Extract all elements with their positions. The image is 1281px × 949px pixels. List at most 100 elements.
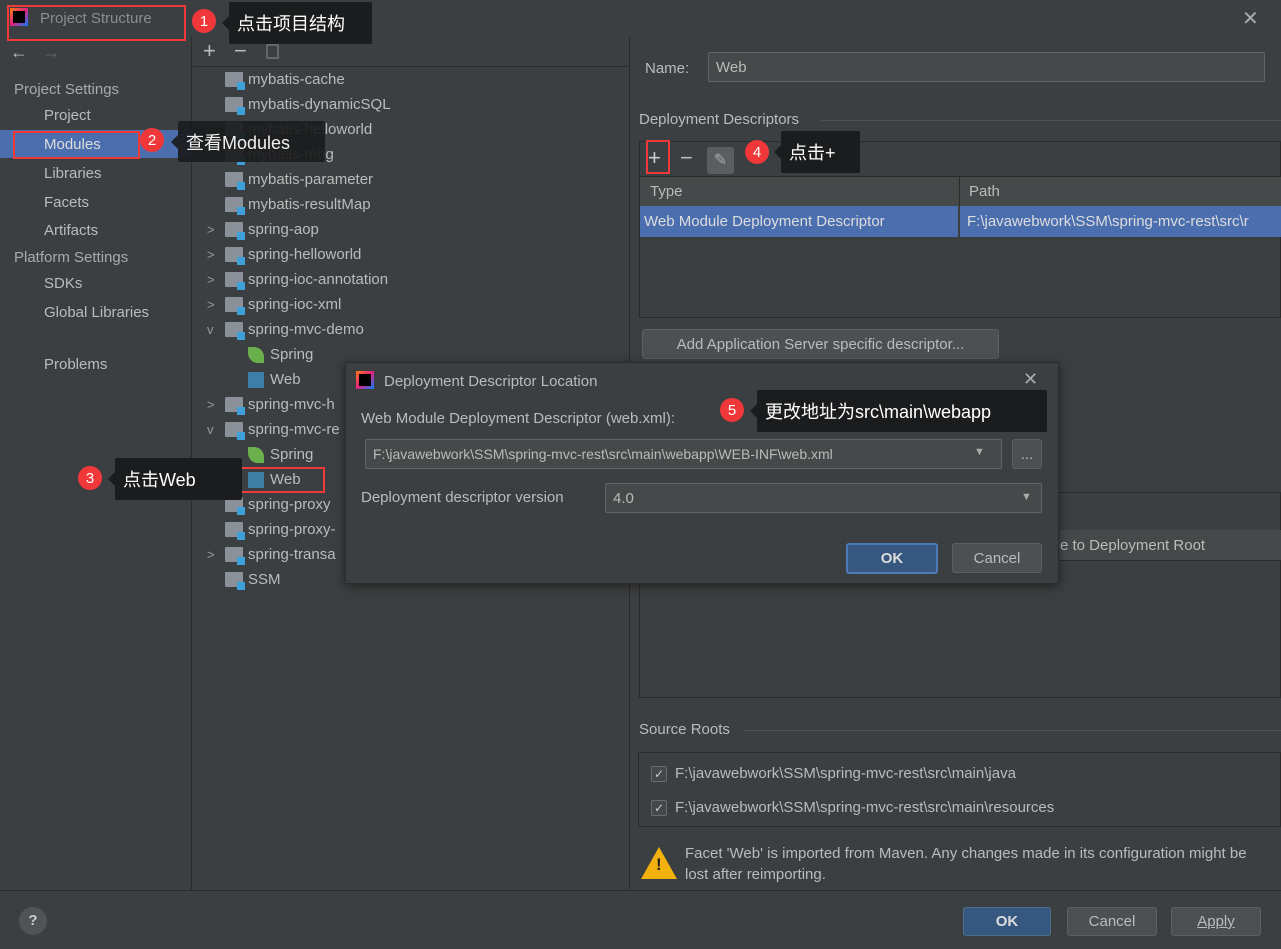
tree-row[interactable]: > spring-ioc-annotation [207, 267, 389, 292]
table-row[interactable]: Web Module Deployment Descriptor F:\java… [640, 206, 1281, 237]
cancel-button[interactable]: Cancel [1067, 907, 1157, 936]
tree-row[interactable]: mybatis-dynamicSQL [225, 92, 391, 117]
annotation-callout: 点击项目结构 [222, 2, 372, 44]
sidebar-item-problems[interactable]: Problems [44, 356, 107, 373]
dialog-close-icon[interactable]: ✕ [1023, 369, 1038, 390]
deployment-descriptors-heading: Deployment Descriptors [639, 111, 800, 128]
tree-row-label: SSM [248, 571, 281, 588]
tree-row[interactable]: > spring-helloworld [207, 242, 361, 267]
tree-row[interactable]: > spring-mvc-h [207, 392, 335, 417]
column-path[interactable]: Path [969, 183, 1000, 200]
edit-descriptor-icon[interactable]: ✎ [707, 147, 734, 174]
tree-row-label: mybatis-parameter [248, 171, 374, 188]
spring-leaf-icon [248, 346, 264, 363]
chevron-right-icon[interactable]: > [207, 547, 215, 562]
annotation-callout: 点击Web [108, 458, 242, 500]
dialog-cancel-button[interactable]: Cancel [952, 543, 1042, 573]
descriptors-table: + − ✎ Type Path Web Module Deployment De… [639, 141, 1281, 318]
chevron-down-icon[interactable]: v [207, 322, 214, 337]
tree-row[interactable]: > spring-ioc-xml [207, 292, 342, 317]
tree-row[interactable]: v spring-mvc-re [207, 417, 340, 442]
annotation-callout: 查看Modules [171, 121, 325, 162]
version-label: Deployment descriptor version [361, 489, 564, 506]
cell-type: Web Module Deployment Descriptor [644, 213, 885, 230]
tree-row[interactable]: mybatis-resultMap [225, 192, 371, 217]
tree-row[interactable]: > spring-aop [207, 217, 319, 242]
chevron-right-icon[interactable]: > [207, 222, 215, 237]
tree-row[interactable]: Web [248, 367, 301, 392]
chevron-right-icon[interactable]: > [207, 297, 215, 312]
tree-row[interactable]: > spring-transa [207, 542, 336, 567]
tree-row[interactable]: spring-proxy- [225, 517, 336, 542]
module-folder-icon [225, 547, 245, 565]
version-dropdown-icon[interactable]: ▼ [1021, 491, 1032, 503]
dialog-ok-button[interactable]: OK [846, 543, 938, 574]
module-folder-icon [225, 422, 245, 440]
module-folder-icon [225, 397, 245, 415]
web-facet-icon [248, 371, 264, 388]
source-root-row[interactable]: ✓ F:\javawebwork\SSM\spring-mvc-rest\src\… [651, 795, 1054, 820]
sidebar-item-sdks[interactable]: SDKs [44, 275, 82, 292]
annotation-number: 5 [720, 398, 744, 422]
source-root-path: F:\javawebwork\SSM\spring-mvc-rest\src\m… [675, 799, 1055, 816]
module-folder-icon [225, 172, 245, 190]
annotation-number: 4 [745, 140, 769, 164]
column-deployment-root[interactable]: e to Deployment Root [1060, 537, 1205, 554]
sidebar-item-artifacts[interactable]: Artifacts [44, 222, 98, 239]
source-roots-heading: Source Roots [639, 721, 730, 738]
annotation-box-modules [13, 131, 140, 159]
name-input[interactable]: Web [708, 52, 1265, 82]
table-header: Type Path [640, 176, 1281, 207]
tree-row-label: spring-ioc-xml [248, 296, 342, 313]
tree-row-label: spring-mvc-demo [248, 321, 364, 338]
path-dropdown-icon[interactable]: ▼ [974, 446, 985, 458]
column-type[interactable]: Type [650, 183, 683, 200]
back-icon[interactable]: ← [10, 42, 28, 63]
module-folder-icon [225, 322, 245, 340]
checkbox-checked-icon[interactable]: ✓ [651, 765, 667, 782]
browse-button[interactable]: ... [1012, 439, 1042, 469]
add-server-descriptor-button[interactable]: Add Application Server specific descript… [642, 329, 999, 359]
close-icon[interactable]: ✕ [1242, 6, 1259, 31]
copy-icon[interactable] [266, 44, 279, 59]
tree-row[interactable]: mybatis-cache [225, 67, 345, 92]
tree-row[interactable]: SSM [225, 567, 281, 592]
tree-row[interactable]: Spring [248, 342, 313, 367]
module-folder-icon [225, 197, 245, 215]
tree-row-label: Spring [270, 346, 314, 363]
annotation-number: 3 [78, 466, 102, 490]
module-folder-icon [225, 247, 245, 265]
module-folder-icon [225, 522, 245, 540]
chevron-down-icon[interactable]: v [207, 422, 214, 437]
spring-leaf-icon [248, 446, 264, 463]
module-folder-icon [225, 297, 245, 315]
version-select[interactable]: 4.0 [605, 483, 1042, 513]
sidebar-item-facets[interactable]: Facets [44, 194, 89, 211]
add-module-icon[interactable]: + [203, 38, 216, 64]
tree-row[interactable]: Spring [248, 442, 313, 467]
tree-row-label: Web [270, 371, 301, 388]
chevron-right-icon[interactable]: > [207, 397, 215, 412]
tree-row-label: spring-ioc-annotation [248, 271, 389, 288]
apply-button[interactable]: Apply [1171, 907, 1261, 936]
sidebar-item-global-libraries[interactable]: Global Libraries [44, 304, 149, 321]
module-folder-icon [225, 222, 245, 240]
warning-icon: ! [641, 847, 677, 879]
forward-icon[interactable]: → [42, 42, 60, 63]
source-root-row[interactable]: ✓ F:\javawebwork\SSM\spring-mvc-rest\src\… [651, 761, 1016, 786]
sidebar-item-libraries[interactable]: Libraries [44, 165, 102, 182]
name-label: Name: [645, 60, 690, 77]
checkbox-checked-icon[interactable]: ✓ [651, 799, 667, 816]
ok-button[interactable]: OK [963, 907, 1051, 936]
remove-descriptor-icon[interactable]: − [680, 145, 693, 171]
chevron-right-icon[interactable]: > [207, 247, 215, 262]
help-button[interactable]: ? [19, 907, 47, 935]
tree-row-label: mybatis-cache [248, 71, 345, 88]
module-folder-icon [225, 572, 245, 590]
tree-row-label: spring-proxy [248, 496, 331, 513]
chevron-right-icon[interactable]: > [207, 272, 215, 287]
tree-row[interactable]: v spring-mvc-demo [207, 317, 364, 342]
tree-row[interactable]: mybatis-parameter [225, 167, 373, 192]
descriptor-path-input[interactable]: F:\javawebwork\SSM\spring-mvc-rest\src\m… [365, 439, 1002, 469]
sidebar-item-project[interactable]: Project [44, 107, 91, 124]
